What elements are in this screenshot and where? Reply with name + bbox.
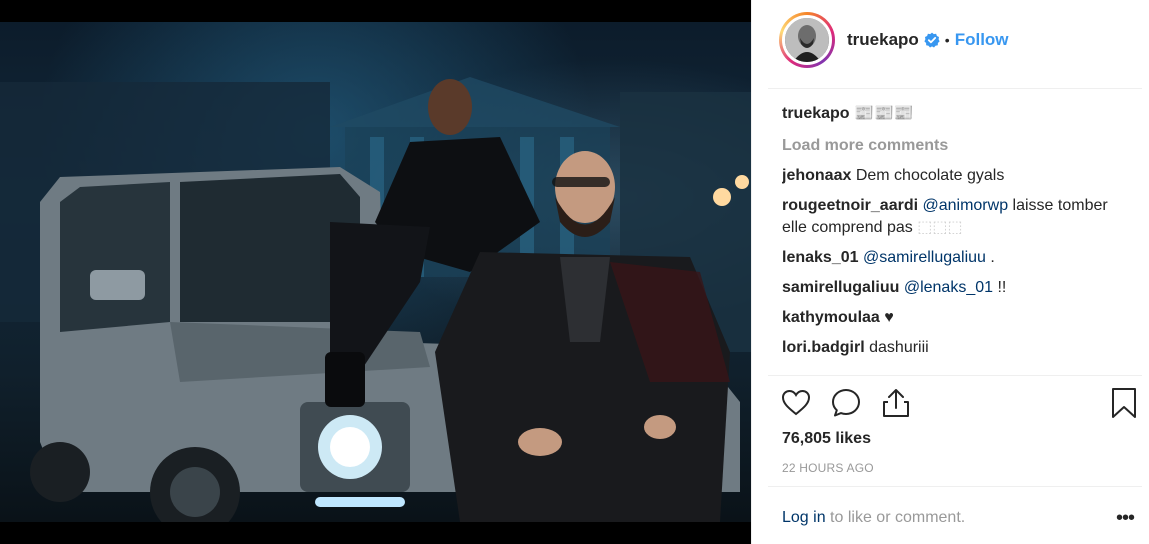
comment-mention[interactable]: @samirellugaliuu <box>863 249 986 266</box>
comment-mention[interactable]: @lenaks_01 <box>904 279 993 296</box>
bookmark-icon[interactable] <box>1108 387 1140 419</box>
login-prompt-text: to like or comment. <box>830 509 966 526</box>
story-ring[interactable] <box>779 12 835 68</box>
comments-list[interactable]: truekapo 📰📰📰 Load more comments jehonaax… <box>782 103 1132 375</box>
media-panel <box>0 0 751 544</box>
footer-divider <box>768 486 1142 487</box>
comment-username[interactable]: samirellugaliuu <box>782 279 899 296</box>
comment-username[interactable]: lenaks_01 <box>782 249 859 266</box>
header-divider <box>768 88 1142 89</box>
action-bar <box>780 383 1140 423</box>
separator-dot: • <box>944 32 950 48</box>
comment-username[interactable]: lori.badgirl <box>782 339 865 356</box>
caption-text: 📰📰📰 <box>854 105 914 122</box>
comments-divider <box>768 375 1142 376</box>
comment-item: lenaks_01 @samirellugaliuu . <box>782 247 1132 269</box>
post-photo[interactable] <box>0 22 751 522</box>
avatar[interactable] <box>782 15 832 65</box>
comment-item: rougeetnoir_aardi @animorwp laisse tombe… <box>782 195 1132 239</box>
comment-icon[interactable] <box>830 387 862 419</box>
comment-text: . <box>990 249 995 266</box>
more-options-icon[interactable]: ••• <box>1116 507 1135 530</box>
load-more-comments-button[interactable]: Load more comments <box>782 135 1132 157</box>
photo-illustration <box>0 77 751 522</box>
comment-item: kathymoulaa ♥ <box>782 307 1132 329</box>
caption: truekapo 📰📰📰 <box>782 103 1132 125</box>
comment-text: !! <box>997 279 1007 296</box>
comment-emoji: ⬚⬚⬚ <box>917 219 963 236</box>
login-prompt: Log in to like or comment. ••• <box>782 507 1135 530</box>
avatar-portrait <box>785 18 829 62</box>
heart-icon[interactable] <box>780 387 812 419</box>
comment-item: lori.badgirl dashuriii <box>782 337 1132 359</box>
like-count[interactable]: 76,805 likes <box>782 430 871 448</box>
post-side-panel: truekapo • Follow truekapo 📰📰📰 Load more… <box>751 0 1149 544</box>
comment-username[interactable]: rougeetnoir_aardi <box>782 197 918 214</box>
comment-mention[interactable]: @animorwp <box>922 197 1008 214</box>
follow-button[interactable]: Follow <box>955 30 1009 50</box>
verified-badge-icon <box>924 32 940 48</box>
comment-username[interactable]: jehonaax <box>782 167 851 184</box>
post-timestamp[interactable]: 22 HOURS AGO <box>782 461 874 475</box>
comment-text: ♥ <box>884 309 894 326</box>
comment-text: Dem chocolate gyals <box>855 167 1005 184</box>
login-link[interactable]: Log in <box>782 509 826 526</box>
comment-item: samirellugaliuu @lenaks_01 !! <box>782 277 1132 299</box>
caption-username[interactable]: truekapo <box>782 105 850 122</box>
comment-text: dashuriii <box>869 339 929 356</box>
comment-username[interactable]: kathymoulaa <box>782 309 880 326</box>
post-header: truekapo • Follow <box>752 0 1142 80</box>
author-username[interactable]: truekapo <box>847 30 919 50</box>
comment-item: jehonaax Dem chocolate gyals <box>782 165 1132 187</box>
share-icon[interactable] <box>880 387 912 419</box>
